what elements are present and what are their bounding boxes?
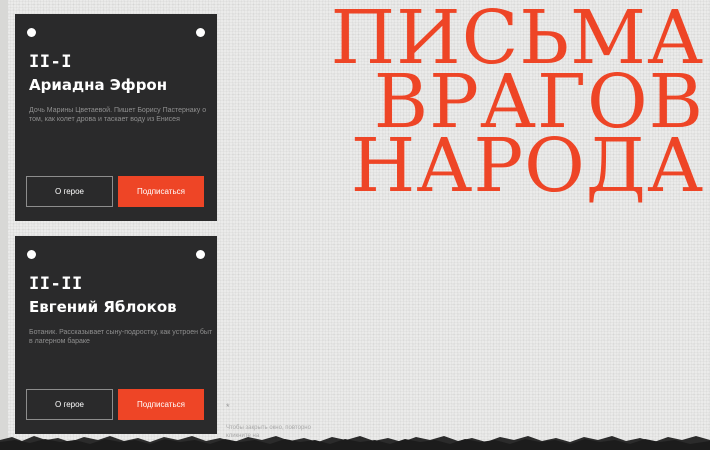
card-roman-numeral: II-II: [29, 274, 83, 294]
card-hero-name: Евгений Яблоков: [29, 298, 177, 316]
title-line-3: НАРОДА: [350, 123, 704, 209]
subscribe-button[interactable]: Подписаться: [118, 389, 204, 420]
about-hero-button[interactable]: О герое: [26, 176, 113, 207]
page-title: ПИСЬМА ВРАГОВ НАРОДА: [331, 1, 704, 209]
card-hero-name: Ариадна Эфрон: [29, 76, 168, 94]
card-hole-right-icon: [196, 28, 205, 37]
card-hole-right-icon: [196, 250, 205, 259]
subscribe-button[interactable]: Подписаться: [118, 176, 204, 207]
left-edge-strip: [0, 0, 8, 450]
hero-card-efron: II-I Ариадна Эфрон Дочь Марины Цветаевой…: [15, 14, 217, 221]
card-description: Ботаник. Рассказывает сыну-подростку, ка…: [29, 329, 213, 345]
card-hole-left-icon: [27, 28, 36, 37]
card-description: Дочь Марины Цветаевой. Пишет Борису Паст…: [29, 107, 207, 123]
hero-card-yablokov: II-II Евгений Яблоков Ботаник. Рассказыв…: [15, 236, 217, 434]
card-hole-left-icon: [27, 250, 36, 259]
torn-paper-edge: [0, 436, 710, 450]
card-roman-numeral: II-I: [29, 52, 72, 72]
footnote-star: *: [226, 402, 230, 412]
about-hero-button[interactable]: О герое: [26, 389, 113, 420]
